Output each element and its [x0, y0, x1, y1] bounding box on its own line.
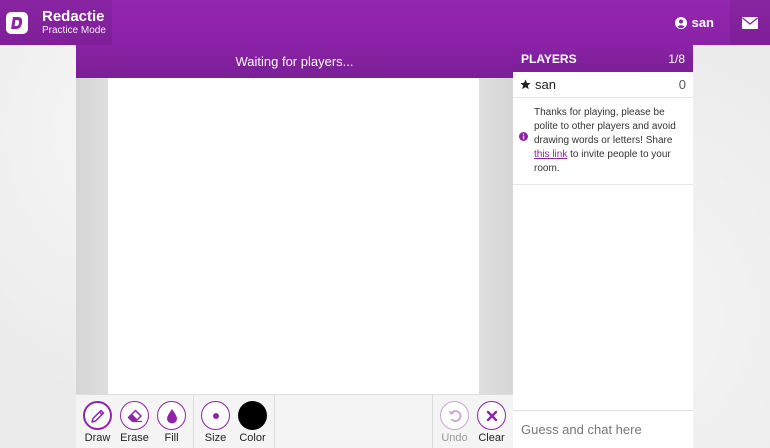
status-text: Waiting for players...: [235, 54, 354, 69]
game-area: Waiting for players... Draw Erase Fill S…: [76, 45, 513, 448]
chat-box: [513, 410, 693, 448]
brush-size-dot-icon: [212, 412, 219, 419]
drawing-canvas[interactable]: [108, 78, 479, 394]
tool-group-history: Undo Clear: [432, 395, 513, 448]
user-menu[interactable]: san: [665, 0, 724, 45]
fill-tool-button[interactable]: Fill: [153, 395, 190, 448]
info-text: Thanks for playing, please be polite to …: [534, 106, 685, 176]
players-title: PLAYERS: [521, 51, 577, 66]
eraser-icon: [127, 409, 142, 422]
app-subtitle: Practice Mode: [42, 24, 106, 36]
erase-label: Erase: [120, 432, 149, 444]
drawing-toolbar: Draw Erase Fill Size Color Undo Clear: [76, 394, 513, 448]
tool-group-main: Draw Erase Fill: [76, 395, 194, 448]
info-message: Thanks for playing, please be polite to …: [513, 98, 693, 185]
color-label: Color: [239, 432, 266, 444]
tool-group-style: Size Color: [194, 395, 275, 448]
canvas-container: [76, 78, 513, 394]
star-icon: [520, 79, 531, 90]
user-circle-icon: [674, 16, 687, 29]
share-link[interactable]: this link: [534, 149, 567, 160]
app-title: Redactie: [42, 7, 105, 25]
info-text-before: Thanks for playing, please be polite to …: [534, 107, 676, 146]
undo-label: Undo: [441, 432, 468, 444]
size-label: Size: [204, 432, 227, 444]
player-name: san: [535, 77, 556, 92]
draw-label: Draw: [84, 432, 111, 444]
player-row[interactable]: san 0: [513, 72, 693, 98]
undo-icon: [448, 409, 461, 422]
top-header: Redactie Practice Mode san: [0, 0, 770, 45]
envelope-icon: [742, 16, 758, 29]
info-circle-icon: [519, 132, 528, 141]
close-icon: [486, 410, 497, 421]
clear-label: Clear: [478, 432, 505, 444]
droplet-icon: [166, 408, 177, 423]
clear-button[interactable]: Clear: [473, 395, 510, 448]
brand-home-link[interactable]: Redactie Practice Mode: [0, 0, 112, 45]
erase-tool-button[interactable]: Erase: [116, 395, 153, 448]
logo-icon: [6, 11, 28, 34]
players-panel: PLAYERS 1/8 san 0 Thanks for playing, pl…: [513, 45, 693, 448]
color-swatch: [238, 401, 267, 430]
chat-input[interactable]: [521, 422, 686, 437]
color-tool-button[interactable]: Color: [234, 395, 271, 448]
pencil-icon: [90, 409, 104, 423]
undo-button[interactable]: Undo: [436, 395, 473, 448]
player-score: 0: [678, 77, 686, 92]
draw-tool-button[interactable]: Draw: [79, 395, 116, 448]
mail-button[interactable]: [730, 0, 770, 45]
user-name: san: [691, 15, 714, 30]
fill-label: Fill: [164, 432, 179, 444]
size-tool-button[interactable]: Size: [197, 395, 234, 448]
status-bar: Waiting for players...: [76, 45, 513, 78]
players-header: PLAYERS 1/8: [513, 45, 693, 72]
players-count: 1/8: [668, 51, 685, 66]
